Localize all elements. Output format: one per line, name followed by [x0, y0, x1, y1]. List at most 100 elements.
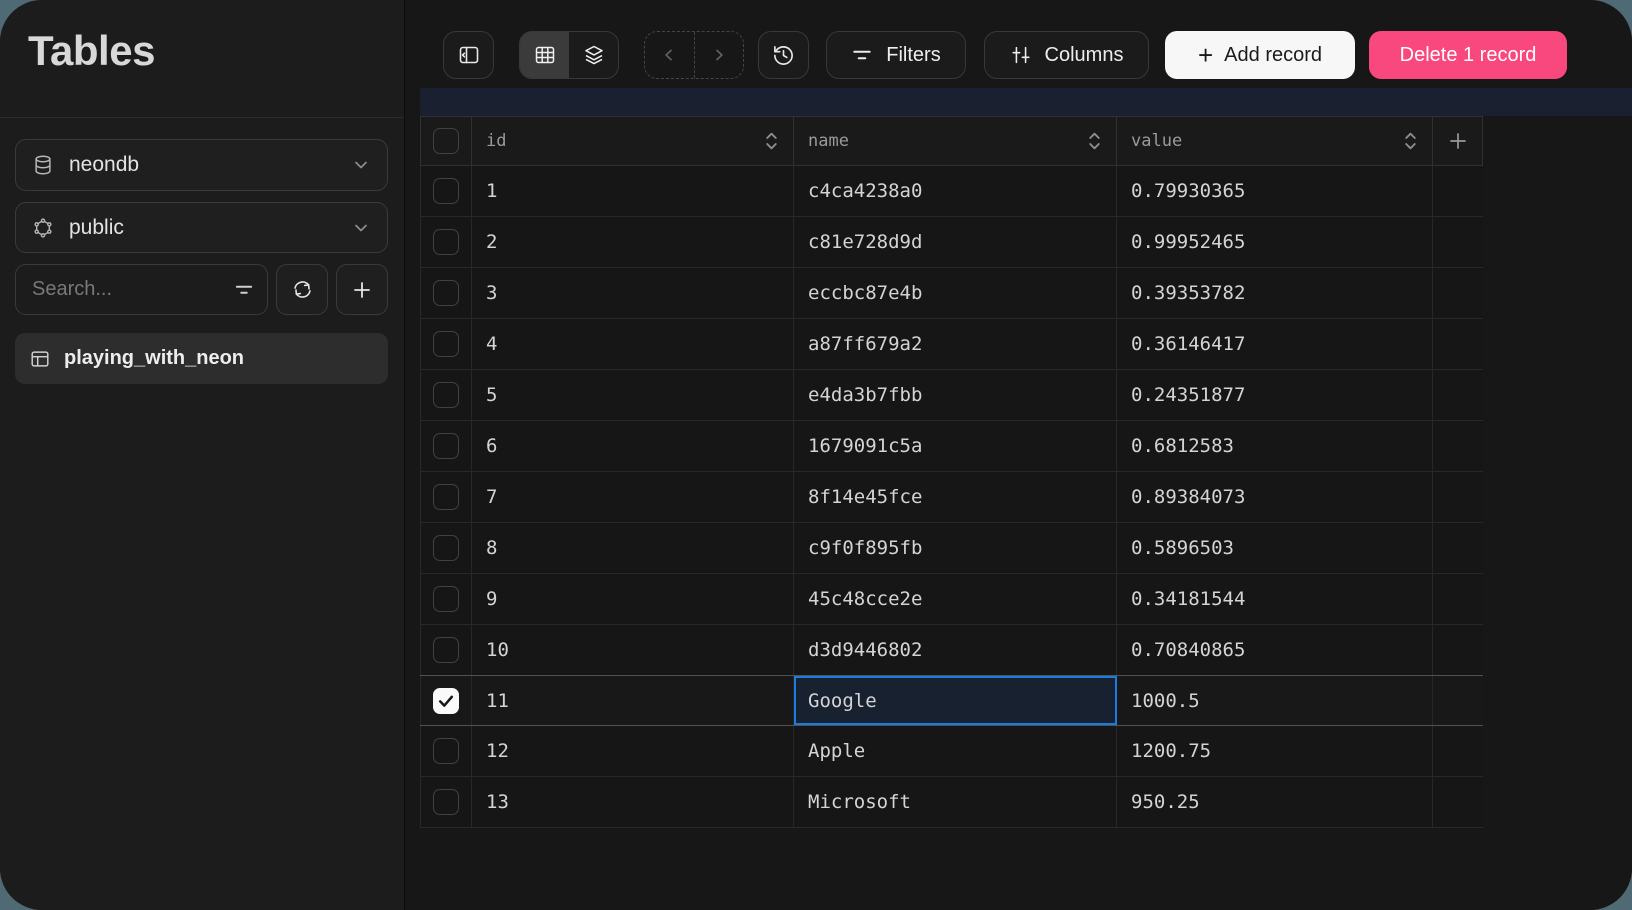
sidebar-item-label: playing_with_neon	[64, 347, 244, 370]
filters-button[interactable]: Filters	[826, 31, 966, 79]
cell-name[interactable]: Google	[794, 676, 1117, 725]
cell-id[interactable]: 1	[472, 166, 794, 216]
cell-id[interactable]: 5	[472, 370, 794, 420]
header-checkbox[interactable]	[420, 117, 472, 165]
sort-icon	[1087, 130, 1102, 152]
add-table-button[interactable]	[336, 264, 388, 315]
refresh-button[interactable]	[276, 264, 328, 315]
sliders-icon	[1010, 44, 1032, 66]
row-checkbox[interactable]	[420, 319, 472, 369]
row-checkbox[interactable]	[420, 574, 472, 624]
prev-page-button[interactable]	[645, 32, 694, 78]
cell-name[interactable]: a87ff679a2	[794, 319, 1117, 369]
row-checkbox[interactable]	[420, 676, 472, 725]
table-row: 945c48cce2e0.34181544	[420, 574, 1483, 625]
history-button[interactable]	[758, 31, 809, 79]
cell-name[interactable]: e4da3b7fbb	[794, 370, 1117, 420]
row-checkbox[interactable]	[420, 625, 472, 675]
cell-name[interactable]: d3d9446802	[794, 625, 1117, 675]
cell-name[interactable]: 45c48cce2e	[794, 574, 1117, 624]
row-checkbox[interactable]	[420, 523, 472, 573]
next-page-button[interactable]	[694, 32, 744, 78]
sidebar-title: Tables	[28, 27, 155, 75]
cell-value[interactable]: 0.24351877	[1117, 370, 1433, 420]
table-row: 12Apple1200.75	[420, 726, 1483, 777]
cell-id[interactable]: 11	[472, 676, 794, 725]
cell-value[interactable]: 0.79930365	[1117, 166, 1433, 216]
cell-value[interactable]: 1000.5	[1117, 676, 1433, 725]
row-checkbox[interactable]	[420, 421, 472, 471]
grid-view-button[interactable]	[520, 32, 569, 78]
row-checkbox[interactable]	[420, 472, 472, 522]
view-toggle	[519, 31, 619, 79]
sidebar-item-table[interactable]: playing_with_neon	[15, 333, 388, 384]
cell-name[interactable]: c9f0f895fb	[794, 523, 1117, 573]
cell-name[interactable]: 8f14e45fce	[794, 472, 1117, 522]
row-checkbox[interactable]	[420, 217, 472, 267]
cell-value[interactable]: 1200.75	[1117, 726, 1433, 776]
row-checkbox[interactable]	[420, 726, 472, 776]
schema-icon	[32, 217, 54, 239]
layers-view-button[interactable]	[569, 32, 618, 78]
cell-value[interactable]: 0.70840865	[1117, 625, 1433, 675]
cell-name[interactable]: eccbc87e4b	[794, 268, 1117, 318]
add-record-button[interactable]: + Add record	[1165, 31, 1355, 79]
table-row: 13Microsoft950.25	[420, 777, 1483, 828]
collapse-panel-icon	[457, 43, 481, 67]
column-header-value[interactable]: value	[1117, 117, 1433, 165]
table-row: 78f14e45fce0.89384073	[420, 472, 1483, 523]
cell-id[interactable]: 7	[472, 472, 794, 522]
cell-name[interactable]: c81e728d9d	[794, 217, 1117, 267]
cell-value[interactable]: 0.36146417	[1117, 319, 1433, 369]
columns-button[interactable]: Columns	[984, 31, 1149, 79]
table-row: 3eccbc87e4b0.39353782	[420, 268, 1483, 319]
cell-id[interactable]: 4	[472, 319, 794, 369]
cell-value[interactable]: 0.39353782	[1117, 268, 1433, 318]
cell-id[interactable]: 10	[472, 625, 794, 675]
toolbar: Filters Columns + Add record Delete 1 re…	[443, 31, 1567, 79]
cell-id[interactable]: 9	[472, 574, 794, 624]
column-label: id	[486, 131, 764, 151]
cell-id[interactable]: 13	[472, 777, 794, 827]
cell-name[interactable]: Microsoft	[794, 777, 1117, 827]
cell-name[interactable]: Apple	[794, 726, 1117, 776]
cell-value[interactable]: 0.6812583	[1117, 421, 1433, 471]
row-checkbox[interactable]	[420, 268, 472, 318]
column-header-name[interactable]: name	[794, 117, 1117, 165]
grid-header: id name value	[420, 116, 1483, 166]
database-select[interactable]: neondb	[15, 139, 388, 191]
cell-id[interactable]: 6	[472, 421, 794, 471]
row-checkbox[interactable]	[420, 370, 472, 420]
collapse-sidebar-button[interactable]	[443, 31, 494, 79]
app-window: Tables neondb	[0, 0, 1632, 910]
database-select-label: neondb	[69, 153, 351, 177]
row-checkbox[interactable]	[420, 166, 472, 216]
sort-icon	[1403, 130, 1418, 152]
plus-icon	[350, 278, 374, 302]
cell-id[interactable]: 8	[472, 523, 794, 573]
row-checkbox[interactable]	[420, 777, 472, 827]
chevron-left-icon	[659, 45, 679, 65]
table-row: 61679091c5a0.6812583	[420, 421, 1483, 472]
add-column-button[interactable]	[1433, 117, 1483, 165]
delete-record-button[interactable]: Delete 1 record	[1369, 31, 1567, 79]
schema-select[interactable]: public	[15, 202, 388, 253]
cell-value[interactable]: 0.99952465	[1117, 217, 1433, 267]
cell-value[interactable]: 0.34181544	[1117, 574, 1433, 624]
search-input[interactable]	[15, 264, 268, 315]
column-header-id[interactable]: id	[472, 117, 794, 165]
nav-buttons	[644, 31, 744, 79]
cell-name[interactable]: c4ca4238a0	[794, 166, 1117, 216]
cell-value[interactable]: 950.25	[1117, 777, 1433, 827]
cell-id[interactable]: 2	[472, 217, 794, 267]
column-label: name	[808, 131, 1087, 151]
cell-value[interactable]: 0.89384073	[1117, 472, 1433, 522]
cell-value[interactable]: 0.5896503	[1117, 523, 1433, 573]
chevron-right-icon	[709, 45, 729, 65]
cell-id[interactable]: 3	[472, 268, 794, 318]
cell-name[interactable]: 1679091c5a	[794, 421, 1117, 471]
columns-label: Columns	[1045, 44, 1124, 67]
table-row: 2c81e728d9d0.99952465	[420, 217, 1483, 268]
delete-record-label: Delete 1 record	[1400, 44, 1537, 67]
cell-id[interactable]: 12	[472, 726, 794, 776]
